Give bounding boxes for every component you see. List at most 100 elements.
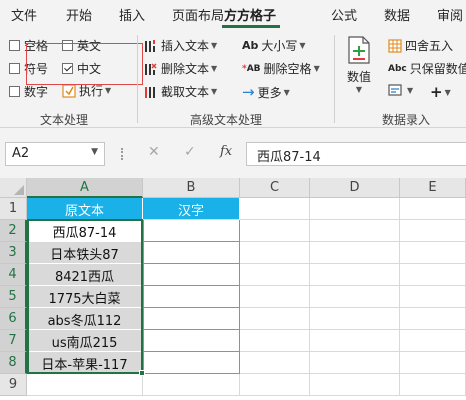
- cell-e5[interactable]: [400, 286, 466, 308]
- row-header-7[interactable]: 7: [0, 330, 27, 352]
- cell-a9[interactable]: [27, 374, 143, 396]
- cell-c1[interactable]: [240, 198, 310, 220]
- active-tab-indicator: [222, 25, 280, 28]
- row-header-2[interactable]: 2: [0, 220, 27, 242]
- cell-e3[interactable]: [400, 242, 466, 264]
- cell-a8[interactable]: 日本-苹果-117: [27, 352, 143, 374]
- tab-data[interactable]: 数据: [384, 5, 410, 24]
- cell-d8[interactable]: [310, 352, 400, 374]
- cell-e4[interactable]: [400, 264, 466, 286]
- tab-formulas[interactable]: 公式: [331, 5, 357, 24]
- row-header-3[interactable]: 3: [0, 242, 27, 264]
- cell-b8[interactable]: [143, 352, 240, 374]
- cell-c9[interactable]: [240, 374, 310, 396]
- cell-a5[interactable]: 1775大白菜: [27, 286, 143, 308]
- delete-spaces-button[interactable]: *AB 删除空格 ▼: [242, 60, 320, 77]
- cell-c4[interactable]: [240, 264, 310, 286]
- tab-insert[interactable]: 插入: [119, 5, 145, 24]
- cell-b7[interactable]: [143, 330, 240, 352]
- group-divider: [334, 35, 335, 123]
- column-header-e[interactable]: E: [400, 178, 466, 198]
- cell-e8[interactable]: [400, 352, 466, 374]
- round-button[interactable]: 四舍五入: [388, 37, 453, 54]
- insert-text-button[interactable]: 插入文本 ▼: [144, 37, 217, 54]
- cell-d9[interactable]: [310, 374, 400, 396]
- cell-d5[interactable]: [310, 286, 400, 308]
- cancel-icon[interactable]: ✕: [148, 144, 160, 160]
- cell-d3[interactable]: [310, 242, 400, 264]
- confirm-icon[interactable]: ✓: [184, 144, 196, 160]
- cell-b1[interactable]: 汉字: [143, 198, 240, 220]
- cell-c2[interactable]: [240, 220, 310, 242]
- cell-b4[interactable]: [143, 264, 240, 286]
- cell-e1[interactable]: [400, 198, 466, 220]
- group-label-data-entry: 数据录入: [382, 113, 431, 127]
- cell-d2[interactable]: [310, 220, 400, 242]
- row-header-8[interactable]: 8: [0, 352, 27, 374]
- row-header-1[interactable]: 1: [0, 198, 27, 220]
- keep-value-button[interactable]: Abc 只保留数值: [388, 60, 466, 77]
- chevron-down-icon: ▼: [211, 64, 218, 73]
- row-header-6[interactable]: 6: [0, 308, 27, 330]
- cell-e6[interactable]: [400, 308, 466, 330]
- add-button[interactable]: + ▼: [430, 83, 451, 101]
- cell-c7[interactable]: [240, 330, 310, 352]
- row-header-9[interactable]: 9: [0, 374, 27, 396]
- tab-fangfanggezi[interactable]: 方方格子: [224, 5, 276, 24]
- cell-e2[interactable]: [400, 220, 466, 242]
- row-header-4[interactable]: 4: [0, 264, 27, 286]
- cell-a7[interactable]: us南瓜215: [27, 330, 143, 352]
- case-button[interactable]: Ab 大小写 ▼: [242, 37, 306, 54]
- cell-b2[interactable]: [143, 220, 240, 242]
- tab-file[interactable]: 文件: [11, 5, 37, 24]
- column-header-c[interactable]: C: [240, 178, 310, 198]
- chevron-down-icon[interactable]: ▼: [91, 147, 98, 157]
- value-icon: [348, 36, 370, 64]
- name-box[interactable]: A2 ▼: [5, 142, 105, 166]
- cell-c8[interactable]: [240, 352, 310, 374]
- column-header-d[interactable]: D: [310, 178, 400, 198]
- cell-e9[interactable]: [400, 374, 466, 396]
- value-button[interactable]: 数值 ▼: [346, 35, 372, 94]
- cut-text-label: 截取文本: [161, 85, 210, 99]
- cell-a3[interactable]: 日本铁头87: [27, 242, 143, 264]
- cell-d4[interactable]: [310, 264, 400, 286]
- keep-value-icon: Abc: [388, 63, 407, 74]
- tab-home[interactable]: 开始: [66, 5, 92, 24]
- tab-review[interactable]: 审阅: [437, 5, 463, 24]
- cut-text-button[interactable]: 截取文本 ▼: [144, 83, 217, 100]
- cell-a1[interactable]: 原文本: [27, 198, 143, 220]
- insert-text-icon: [145, 39, 155, 52]
- cell-a4[interactable]: 8421西瓜: [27, 264, 143, 286]
- cell-d7[interactable]: [310, 330, 400, 352]
- arrow-right-icon: →: [242, 83, 255, 101]
- cell-d1[interactable]: [310, 198, 400, 220]
- more-button[interactable]: → 更多 ▼: [242, 83, 290, 101]
- cell-e7[interactable]: [400, 330, 466, 352]
- insert-function-button[interactable]: fx: [220, 144, 232, 159]
- cell-d6[interactable]: [310, 308, 400, 330]
- column-header-b[interactable]: B: [143, 178, 240, 198]
- cell-b5[interactable]: [143, 286, 240, 308]
- form-button[interactable]: ▼: [388, 83, 413, 97]
- cell-a6[interactable]: abs冬瓜112: [27, 308, 143, 330]
- cell-b9[interactable]: [143, 374, 240, 396]
- plus-icon: +: [430, 83, 443, 101]
- delete-text-button[interactable]: 删除文本 ▼: [144, 60, 217, 77]
- case-label: 大小写: [261, 39, 298, 53]
- cell-c3[interactable]: [240, 242, 310, 264]
- chevron-down-icon: ▼: [299, 41, 306, 50]
- row-header-5[interactable]: 5: [0, 286, 27, 308]
- select-all-button[interactable]: [0, 178, 27, 198]
- cell-b6[interactable]: [143, 308, 240, 330]
- cell-c6[interactable]: [240, 308, 310, 330]
- tab-page-layout[interactable]: 页面布局: [172, 5, 224, 24]
- cell-c5[interactable]: [240, 286, 310, 308]
- checkbox-digits[interactable]: 数字: [9, 83, 48, 100]
- formula-input[interactable]: 西瓜87-14: [246, 142, 466, 166]
- column-header-a[interactable]: A: [27, 178, 143, 198]
- fill-handle[interactable]: [139, 370, 145, 376]
- cell-b3[interactable]: [143, 242, 240, 264]
- formula-bar-grip[interactable]: [121, 148, 123, 160]
- cell-a2[interactable]: 西瓜87-14: [27, 220, 143, 242]
